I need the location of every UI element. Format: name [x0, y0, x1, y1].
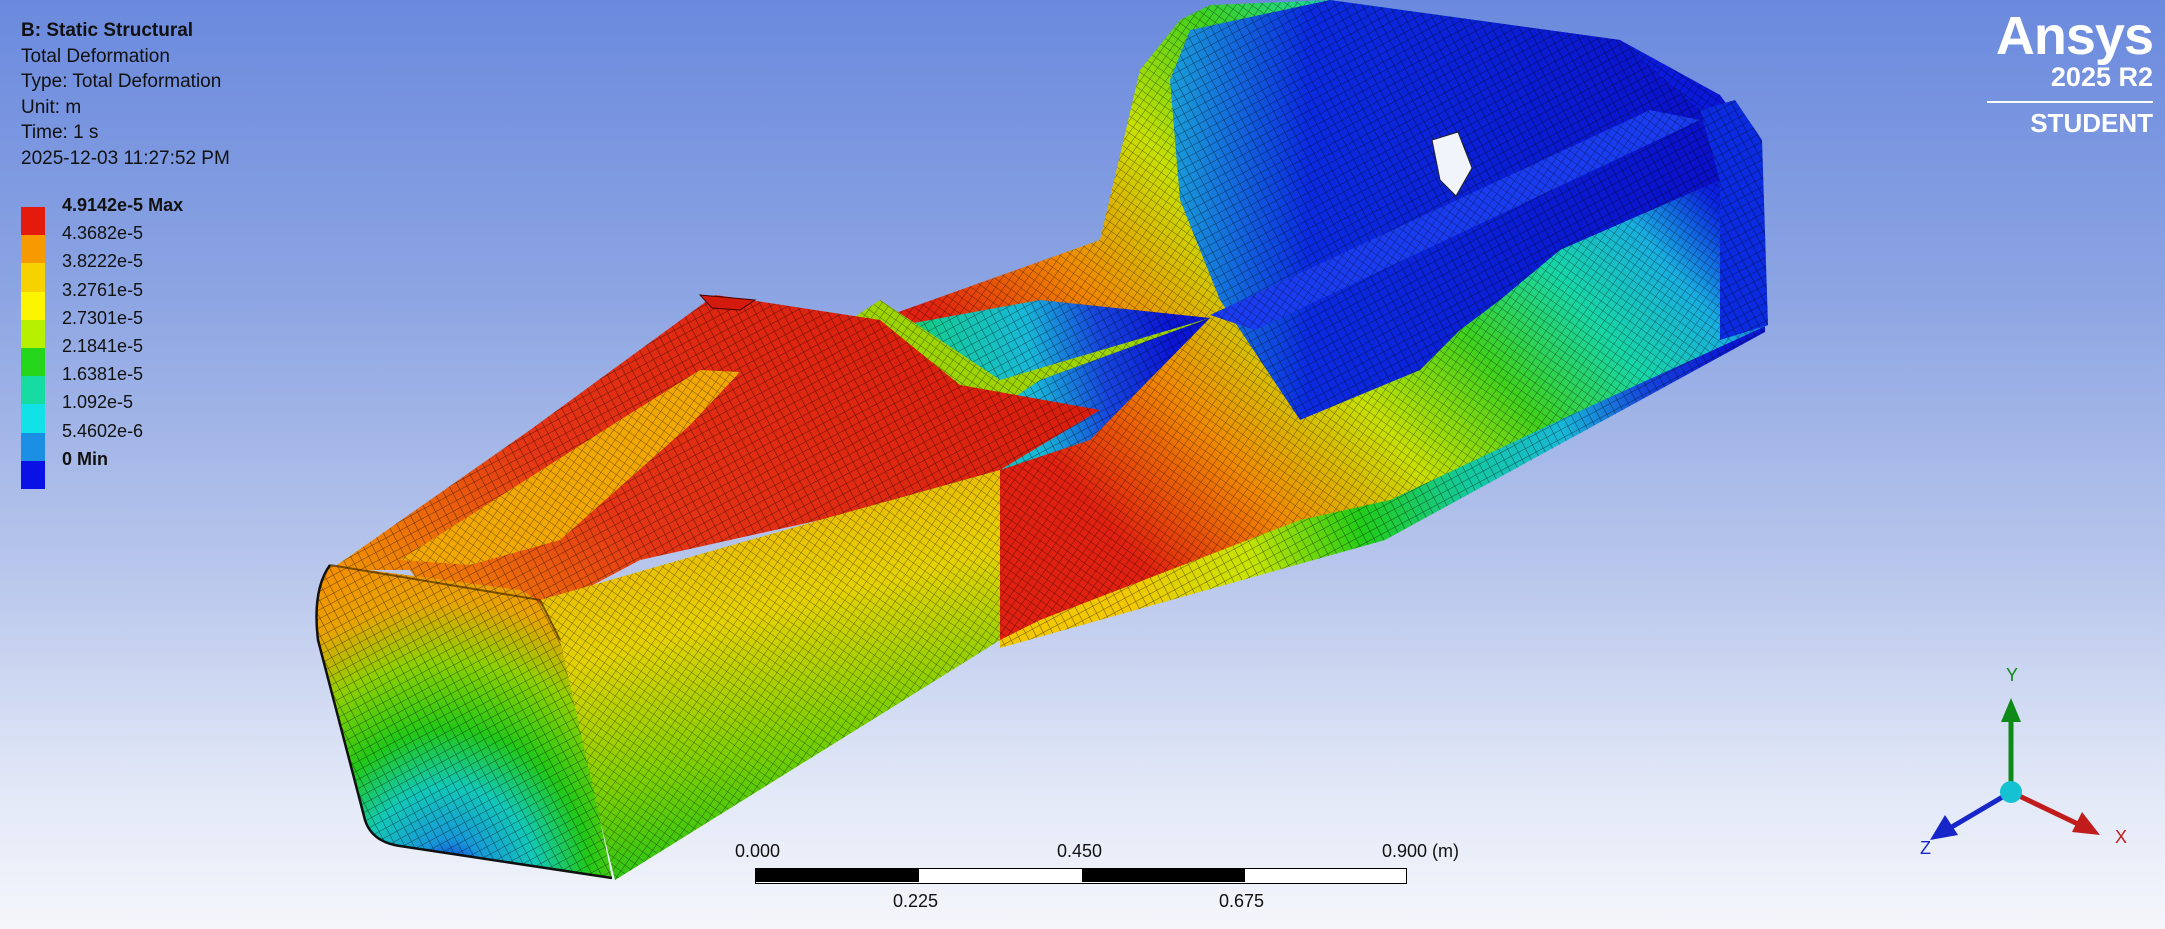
legend-swatch	[21, 235, 45, 264]
logo-word: Ansys	[1995, 6, 2154, 66]
logo-edition: STUDENT	[2030, 108, 2153, 138]
x-axis-label: X	[2115, 827, 2128, 847]
scale-bar-graphic	[755, 868, 1407, 884]
scale-label-start: 0.000	[735, 841, 781, 861]
scale-label-three-quarter: 0.675	[1219, 891, 1265, 911]
triad-origin	[2000, 781, 2022, 803]
x-axis-arrow	[2009, 789, 2082, 828]
result-timestamp: 2025-12-03 11:27:52 PM	[21, 147, 230, 169]
legend-label: 1.6381e-5	[62, 364, 144, 385]
logo-version: 2025 R2	[2050, 62, 2153, 92]
graphics-viewport[interactable]: B: Static Structural Total Deformation T…	[0, 0, 2165, 929]
legend-label: 2.7301e-5	[62, 307, 144, 328]
legend-swatch	[21, 404, 45, 433]
result-name: Total Deformation	[21, 45, 170, 67]
legend-swatch	[21, 347, 45, 377]
axis-triad[interactable]: Y X Z	[1900, 660, 2130, 870]
deformation-contour-model[interactable]	[0, 0, 2165, 929]
scale-label-quarter: 0.225	[893, 891, 939, 911]
legend-swatch	[21, 460, 45, 489]
legend-label: 0 Min	[62, 448, 109, 469]
legend-label: 1.092e-5	[62, 392, 134, 413]
legend-swatch	[21, 376, 45, 405]
legend-label: 2.1841e-5	[62, 335, 144, 356]
legend-swatch	[21, 319, 45, 348]
legend-swatch	[21, 432, 45, 461]
scale-label-end: 0.900 (m)	[1382, 841, 1460, 861]
result-info-panel: B: Static Structural Total Deformation T…	[21, 18, 230, 171]
legend-label: 4.3682e-5	[62, 223, 144, 244]
scale-bar: 0.000 0.450 0.900 (m) 0.225 0.675	[735, 838, 1459, 918]
logo-divider	[1987, 101, 2153, 103]
legend-label: 4.9142e-5 Max	[62, 195, 184, 215]
legend-label: 3.2761e-5	[62, 279, 144, 300]
z-axis-label: Z	[1920, 838, 1931, 858]
legend-swatch	[21, 263, 45, 292]
legend-label: 3.8222e-5	[62, 251, 144, 272]
result-unit: Unit: m	[21, 96, 82, 118]
scale-label-mid: 0.450	[1057, 841, 1103, 861]
result-time: Time: 1 s	[21, 122, 99, 143]
legend-swatch	[21, 291, 45, 320]
legend-swatch	[21, 207, 45, 236]
result-type: Type: Total Deformation	[21, 71, 222, 92]
ansys-logo: Ansys 2025 R2 STUDENT	[1983, 6, 2154, 138]
y-axis-label: Y	[2006, 665, 2019, 685]
legend-label: 5.4602e-6	[62, 420, 144, 441]
analysis-title: B: Static Structural	[21, 20, 194, 41]
